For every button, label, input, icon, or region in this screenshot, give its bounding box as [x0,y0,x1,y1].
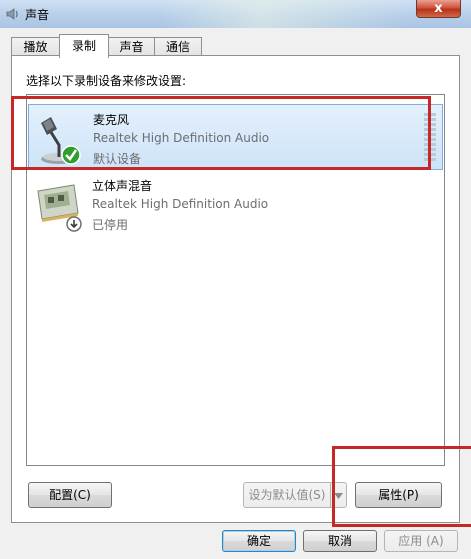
tab-communications-label: 通信 [165,40,190,54]
device-name: 麦克风 [93,113,130,127]
set-default-dropdown[interactable] [330,482,347,508]
device-status: 默认设备 [93,152,142,166]
window-title: 声音 [25,8,50,22]
device-list[interactable]: 麦克风 Realtek High Definition Audio 默认设备 立… [26,94,445,466]
apply-button[interactable]: 应用 (A) [384,530,458,552]
device-name: 立体声混音 [92,179,153,193]
sound-card-icon [37,184,82,232]
device-driver: Realtek High Definition Audio [93,131,270,145]
tab-sounds-label: 声音 [119,40,144,54]
tab-playback[interactable]: 播放 [11,37,60,57]
microphone-icon [41,117,81,165]
configure-button[interactable]: 配置(C) [28,482,112,508]
close-icon: x [434,1,443,16]
close-button[interactable]: x [416,0,461,18]
device-status: 已停用 [92,218,129,232]
title-bar[interactable]: 声音 x [0,0,471,28]
speaker-icon [6,8,18,20]
title-bar-backdrop [160,0,410,28]
cancel-button[interactable]: 取消 [303,530,377,552]
tab-communications[interactable]: 通信 [154,37,202,57]
level-meter [424,113,436,163]
instruction-text: 选择以下录制设备来修改设置: [26,74,187,88]
device-item-microphone[interactable]: 麦克风 Realtek High Definition Audio 默认设备 [28,104,443,170]
tab-playback-label: 播放 [23,40,48,54]
tab-sounds[interactable]: 声音 [108,37,155,57]
set-default-button[interactable]: 设为默认值(S) [243,482,331,508]
device-driver: Realtek High Definition Audio [92,197,269,211]
tab-recording-label: 录制 [71,39,96,53]
ok-button[interactable]: 确定 [222,530,296,552]
tab-recording[interactable]: 录制 [59,34,109,58]
device-item-stereo-mix[interactable]: 立体声混音 Realtek High Definition Audio 已停用 [28,171,443,237]
properties-button[interactable]: 属性(P) [355,482,442,508]
chevron-down-icon [334,493,343,499]
